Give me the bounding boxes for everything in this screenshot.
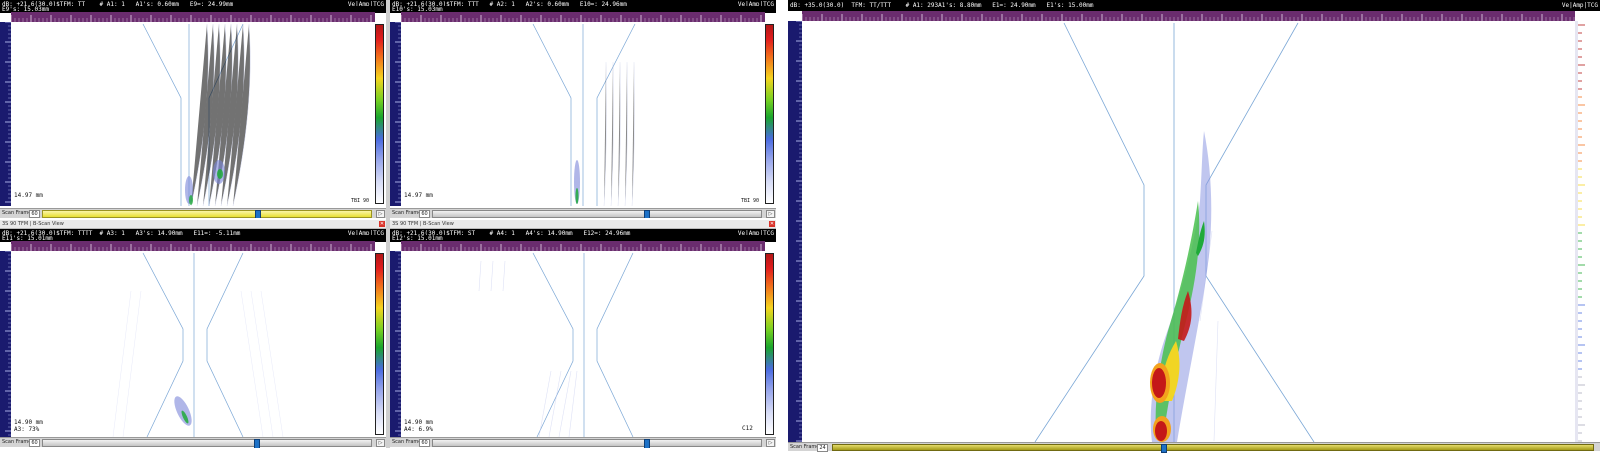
scan-frame-slider-thumb[interactable]	[254, 439, 260, 448]
horizontal-ruler	[802, 11, 1575, 21]
horizontal-ruler	[11, 241, 375, 251]
scan-frame-slider-thumb[interactable]	[1161, 444, 1167, 453]
next-frame-button[interactable]: ▷	[376, 210, 385, 218]
tfm-image[interactable]	[401, 22, 765, 206]
scan-frame-label: Scan Frame	[392, 439, 422, 445]
scan-frame-slider-thumb[interactable]	[644, 210, 650, 218]
horizontal-ruler	[401, 241, 765, 251]
scan-frame-bar: Scan Frame 60 ▷	[0, 437, 386, 448]
amplitude-readout: A4: 6.9%	[404, 426, 433, 433]
vertical-scale	[390, 251, 401, 437]
scan-frame-label: Scan Frame	[2, 210, 32, 216]
tfm-image[interactable]	[802, 21, 1575, 442]
vertical-scale	[390, 22, 401, 206]
tfm-view-panel-1: dB: +21.6(30.0)$TFM: TT # A1: 1 A1's: 0.…	[0, 0, 386, 218]
panel-divider	[386, 0, 390, 448]
scan-frame-slider-thumb[interactable]	[644, 439, 650, 448]
horizontal-ruler	[11, 12, 375, 22]
scan-frame-value[interactable]: 60	[29, 210, 40, 218]
brand-label: Ve|Amp|TCG	[1561, 2, 1598, 9]
amplitude-colorbar	[375, 24, 384, 204]
scan-frame-label: Scan Frame	[392, 210, 422, 216]
panel-header: dB: +35.0(30.0) TFM: TT/TTT # A1: 293A1'…	[788, 0, 1600, 11]
amplitude-colorbar	[375, 253, 384, 435]
tfm-view-panel-4: 3S 90 TFM | B-Scan View ✕ dB: +21.6(30.0…	[390, 220, 776, 448]
next-frame-button[interactable]: ▷	[766, 439, 775, 447]
next-frame-button[interactable]: ▷	[766, 210, 775, 218]
vertical-scale	[0, 251, 11, 437]
scan-frame-label: Scan Frame	[2, 439, 32, 445]
tfm-image[interactable]	[401, 251, 765, 437]
close-icon[interactable]: ✕	[379, 221, 385, 227]
scan-frame-value[interactable]: 24	[817, 444, 828, 452]
scan-frame-slider-thumb[interactable]	[255, 210, 261, 218]
close-icon[interactable]: ✕	[769, 221, 775, 227]
horizontal-ruler	[401, 12, 765, 22]
corner-label: C12	[742, 425, 753, 432]
depth-readout: 14.90 mm	[14, 419, 43, 426]
scan-frame-slider[interactable]	[432, 439, 762, 448]
scan-frame-bar: Scan Frame 60 ▷	[390, 208, 776, 218]
panel-divider	[776, 0, 788, 460]
view-title: 3S 90 TFM | B-Scan View	[2, 221, 64, 227]
view-title-bar: 3S 90 TFM | B-Scan View ✕	[0, 220, 386, 229]
scan-frame-value[interactable]: 60	[419, 439, 430, 447]
scan-frame-bar: Scan Frame 60 ▷	[390, 437, 776, 448]
amplitude-colorbar	[765, 24, 774, 204]
scan-frame-bar: Scan Frame 24	[788, 442, 1600, 453]
header-readout: dB: +35.0(30.0) TFM: TT/TTT # A1: 293A1'…	[790, 2, 1094, 9]
tfm-view-panel-2: dB: +21.6(30.0)$TFM: TTT # A2: 1 A2's: 0…	[390, 0, 776, 218]
amplitude-readout: A3: 73%	[14, 426, 40, 433]
vertical-scale	[788, 21, 802, 442]
corner-label: TBI 90	[351, 198, 370, 204]
scan-frame-label: Scan Frame	[790, 444, 820, 450]
tfm-view-panel-main: dB: +35.0(30.0) TFM: TT/TTT # A1: 293A1'…	[788, 0, 1600, 460]
corner-label: TBI 90	[741, 198, 760, 204]
depth-readout: 14.97 mm	[404, 192, 433, 199]
scan-frame-value[interactable]: 60	[29, 439, 40, 447]
scan-frame-bar: Scan Frame 60 ▷	[0, 208, 386, 218]
scan-frame-slider[interactable]	[42, 439, 372, 448]
depth-readout: 14.97 mm	[14, 192, 43, 199]
scan-frame-slider[interactable]	[832, 444, 1594, 453]
view-title: 3S 90 TFM | B-Scan View	[392, 221, 454, 227]
tfm-view-panel-3: 3S 90 TFM | B-Scan View ✕ dB: +21.6(30.0…	[0, 220, 386, 448]
tfm-image[interactable]	[11, 22, 375, 206]
tfm-image[interactable]	[11, 251, 375, 437]
depth-readout: 14.90 mm	[404, 419, 433, 426]
scan-frame-slider[interactable]	[432, 210, 762, 218]
next-frame-button[interactable]: ▷	[376, 439, 385, 447]
vertical-scale	[0, 22, 11, 206]
amplitude-scale	[1575, 21, 1585, 442]
amplitude-colorbar	[765, 253, 774, 435]
scan-frame-value[interactable]: 60	[419, 210, 430, 218]
scan-frame-slider[interactable]	[42, 210, 372, 218]
view-title-bar: 3S 90 TFM | B-Scan View ✕	[390, 220, 776, 229]
